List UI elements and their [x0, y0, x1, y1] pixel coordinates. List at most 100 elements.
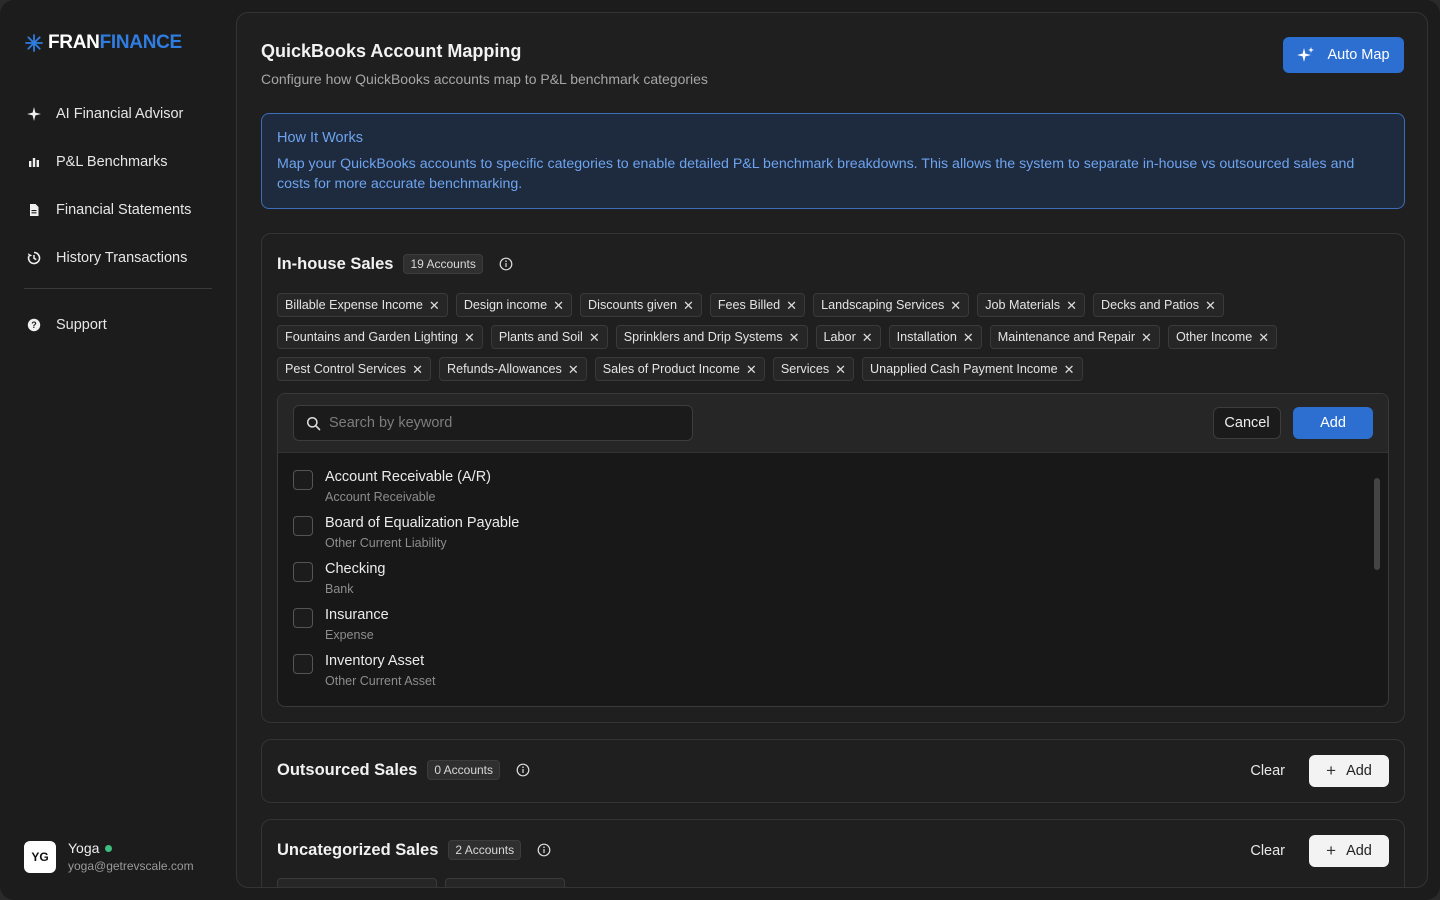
- account-chip: Design income ✕: [455, 293, 573, 317]
- remove-chip-icon[interactable]: ✕: [568, 363, 579, 376]
- outsourced-sales-section: Outsourced Sales 0 Accounts Clear + Add: [261, 739, 1405, 803]
- remove-chip-icon[interactable]: ✕: [862, 331, 873, 344]
- chip-label: Billable Expense Income: [285, 298, 423, 312]
- add-button[interactable]: Add: [1293, 407, 1373, 439]
- remove-chip-icon[interactable]: ✕: [412, 363, 423, 376]
- chip-label: Maintenance and Repair: [997, 330, 1136, 344]
- remove-chip-icon[interactable]: ✕: [789, 331, 800, 344]
- app-window: FRANFINANCE AI Financial Advisor P&L Ben…: [0, 0, 1440, 900]
- remove-chip-icon[interactable]: ✕: [553, 299, 564, 312]
- search-input[interactable]: [329, 415, 669, 431]
- sidebar-item-history-transactions[interactable]: History Transactions: [24, 240, 212, 276]
- account-chip: Maintenance and Repair ✕: [989, 325, 1160, 349]
- magic-sparkles-icon: [1297, 47, 1315, 62]
- account-option[interactable]: Checking Bank: [293, 559, 1353, 605]
- cancel-button[interactable]: Cancel: [1213, 407, 1281, 439]
- option-checkbox[interactable]: [293, 470, 313, 490]
- chip-label: Sprinklers and Drip Systems: [623, 330, 783, 344]
- section-title: In-house Sales: [277, 254, 394, 273]
- option-name: Checking: [325, 561, 386, 577]
- account-chip: Landscaping Services ✕: [813, 293, 970, 317]
- sidebar-item-label: Financial Statements: [56, 202, 192, 218]
- account-count-badge: 2 Accounts: [448, 840, 522, 860]
- account-chip: Sales of Product Income ✕: [594, 357, 765, 381]
- uncategorized-chips: [277, 878, 565, 887]
- remove-chip-icon[interactable]: ✕: [746, 363, 757, 376]
- chip-label: Fountains and Garden Lighting: [285, 330, 458, 344]
- auto-map-button[interactable]: Auto Map: [1283, 37, 1404, 73]
- plus-icon: +: [1326, 761, 1337, 780]
- mapped-accounts-chips: Billable Expense Income ✕ Design income ✕ Di…: [277, 293, 1392, 381]
- chip-label: Refunds-Allowances: [447, 362, 562, 376]
- remove-chip-icon[interactable]: ✕: [464, 331, 475, 344]
- remove-chip-icon[interactable]: ✕: [1141, 331, 1152, 344]
- sidebar-item-financial-statements[interactable]: Financial Statements: [24, 192, 212, 228]
- remove-chip-icon[interactable]: ✕: [1258, 331, 1269, 344]
- picker-scrollbar[interactable]: [1374, 478, 1380, 570]
- sidebar: FRANFINANCE AI Financial Advisor P&L Ben…: [0, 0, 236, 900]
- account-chip: Installation ✕: [888, 325, 982, 349]
- uncategorized-sales-header: Uncategorized Sales 2 Accounts: [277, 840, 551, 860]
- option-checkbox[interactable]: [293, 608, 313, 628]
- add-accounts-button[interactable]: + Add: [1309, 835, 1389, 867]
- chip-label: Landscaping Services: [821, 298, 945, 312]
- option-checkbox[interactable]: [293, 654, 313, 674]
- info-icon[interactable]: [537, 843, 551, 857]
- sidebar-item-label: AI Financial Advisor: [56, 106, 184, 122]
- section-title: Uncategorized Sales: [277, 840, 439, 859]
- account-option[interactable]: Board of Equalization Payable Other Curre…: [293, 513, 1353, 559]
- history-icon: [27, 251, 41, 265]
- picker-toolbar: Cancel Add: [278, 394, 1388, 453]
- remove-chip-icon[interactable]: ✕: [429, 299, 440, 312]
- search-icon: [306, 416, 321, 430]
- remove-chip-icon[interactable]: ✕: [589, 331, 600, 344]
- sidebar-item-label: History Transactions: [56, 250, 188, 266]
- remove-chip-icon[interactable]: ✕: [786, 299, 797, 312]
- sidebar-item-pl-benchmarks[interactable]: P&L Benchmarks: [24, 144, 212, 180]
- account-chip: Refunds-Allowances ✕: [439, 357, 587, 381]
- brand-logo[interactable]: FRANFINANCE: [24, 32, 182, 54]
- account-picker: Cancel Add Account Receivable (A/R)Accou…: [277, 393, 1389, 707]
- info-icon[interactable]: [516, 763, 530, 777]
- brand-name-part1: FRAN: [48, 32, 100, 53]
- option-checkbox[interactable]: [293, 562, 313, 582]
- inhouse-sales-header: In-house Sales 19 Accounts: [277, 254, 513, 274]
- option-type: Account Receivable: [325, 490, 436, 504]
- remove-chip-icon[interactable]: ✕: [1064, 363, 1075, 376]
- remove-chip-icon[interactable]: ✕: [950, 299, 961, 312]
- account-chip: Discounts given ✕: [580, 293, 702, 317]
- remove-chip-icon[interactable]: ✕: [963, 331, 974, 344]
- add-accounts-button[interactable]: + Add: [1309, 755, 1389, 787]
- account-chip: Pest Control Services ✕: [277, 357, 431, 381]
- search-box[interactable]: [293, 405, 693, 441]
- account-option[interactable]: Inventory Asset Other Current Asset: [293, 651, 1353, 697]
- remove-chip-icon[interactable]: ✕: [1205, 299, 1216, 312]
- sidebar-item-support[interactable]: ? Support: [24, 307, 212, 343]
- option-checkbox[interactable]: [293, 516, 313, 536]
- account-option[interactable]: Insurance Expense: [293, 605, 1353, 651]
- user-name: Yoga: [68, 840, 100, 856]
- chip-label: Job Materials: [985, 298, 1061, 312]
- page-subtitle: Configure how QuickBooks accounts map to…: [261, 71, 708, 87]
- remove-chip-icon[interactable]: ✕: [683, 299, 694, 312]
- sparkle-icon: [27, 107, 41, 121]
- sidebar-nav: AI Financial Advisor P&L Benchmarks Fina…: [24, 96, 212, 355]
- chip-label: Other Income: [1175, 330, 1253, 344]
- bar-chart-icon: [29, 158, 39, 167]
- remove-chip-icon[interactable]: ✕: [1066, 299, 1077, 312]
- logo-mark-icon: [25, 34, 43, 52]
- info-icon[interactable]: [499, 257, 513, 271]
- clear-button[interactable]: Clear: [1250, 843, 1285, 859]
- chip-label: Plants and Soil: [498, 330, 583, 344]
- sidebar-item-ai-financial-advisor[interactable]: AI Financial Advisor: [24, 96, 212, 132]
- remove-chip-icon[interactable]: ✕: [835, 363, 846, 376]
- chip-label: Unapplied Cash Payment Income: [870, 362, 1058, 376]
- how-it-works-box: How It Works Map your QuickBooks account…: [261, 113, 1405, 209]
- uncategorized-actions: Clear + Add: [1250, 835, 1389, 867]
- account-chip: Fountains and Garden Lighting ✕: [277, 325, 483, 349]
- option-type: Expense: [325, 628, 374, 642]
- user-email: yoga@getrevscale.com: [68, 859, 194, 873]
- user-profile[interactable]: YG Yoga yoga@getrevscale.com: [24, 840, 194, 873]
- clear-button[interactable]: Clear: [1250, 763, 1285, 779]
- account-option[interactable]: Account Receivable (A/R) Account Receivab…: [293, 467, 1353, 513]
